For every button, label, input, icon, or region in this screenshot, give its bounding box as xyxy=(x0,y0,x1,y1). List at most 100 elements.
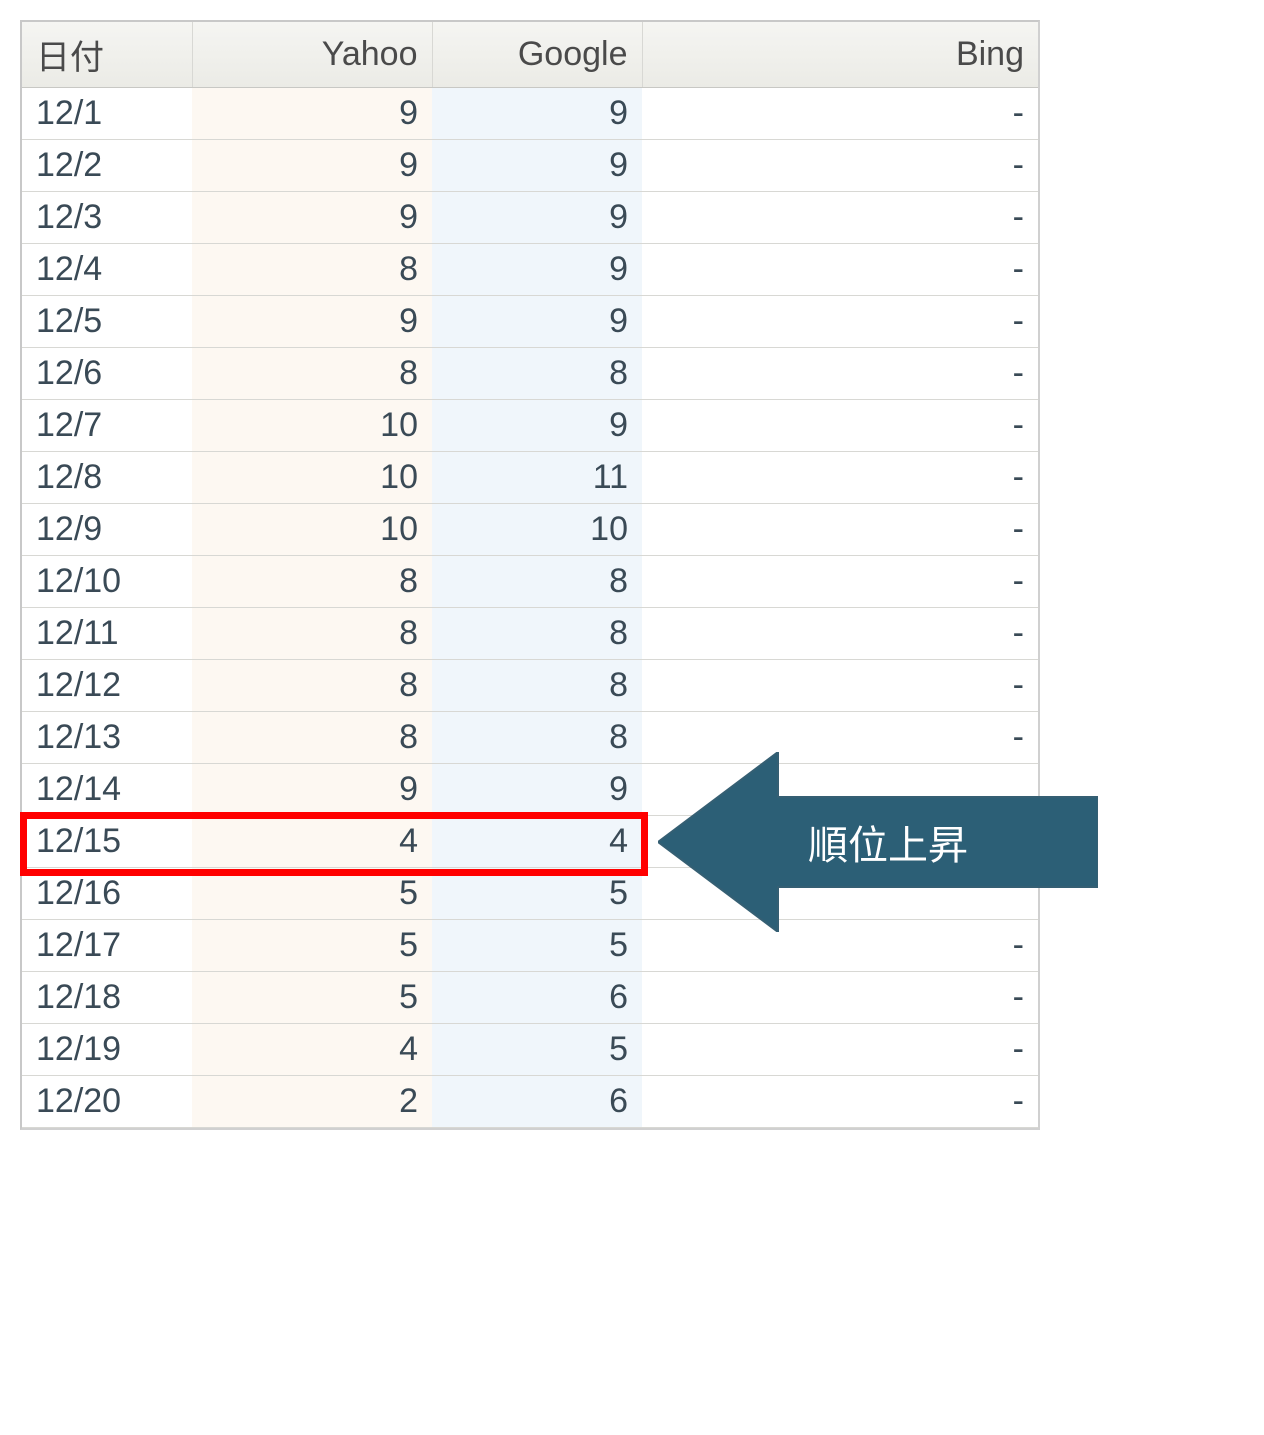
cell-yahoo: 8 xyxy=(192,712,432,764)
cell-google: 5 xyxy=(432,1024,642,1076)
table-header-row: 日付 Yahoo Google Bing xyxy=(22,22,1038,88)
cell-google: 6 xyxy=(432,972,642,1024)
cell-date: 12/8 xyxy=(22,452,192,504)
cell-bing: - xyxy=(642,1024,1038,1076)
cell-date: 12/7 xyxy=(22,400,192,452)
cell-date: 12/6 xyxy=(22,348,192,400)
cell-yahoo: 9 xyxy=(192,192,432,244)
ranking-table-container: 日付 Yahoo Google Bing 12/199-12/299-12/39… xyxy=(20,20,1040,1130)
cell-yahoo: 2 xyxy=(192,1076,432,1128)
table-row[interactable]: 12/399- xyxy=(22,192,1038,244)
cell-date: 12/13 xyxy=(22,712,192,764)
cell-google: 9 xyxy=(432,244,642,296)
table-row[interactable]: 12/489- xyxy=(22,244,1038,296)
table-row[interactable]: 12/1945- xyxy=(22,1024,1038,1076)
cell-google: 8 xyxy=(432,712,642,764)
cell-bing: - xyxy=(642,192,1038,244)
table-row[interactable]: 12/688- xyxy=(22,348,1038,400)
table-row[interactable]: 12/599- xyxy=(22,296,1038,348)
cell-yahoo: 9 xyxy=(192,140,432,192)
table-body: 12/199-12/299-12/399-12/489-12/599-12/68… xyxy=(22,88,1038,1128)
cell-google: 9 xyxy=(432,764,642,816)
cell-date: 12/11 xyxy=(22,608,192,660)
cell-google: 8 xyxy=(432,556,642,608)
cell-google: 4 xyxy=(432,816,642,868)
cell-date: 12/17 xyxy=(22,920,192,972)
cell-google: 6 xyxy=(432,1076,642,1128)
cell-yahoo: 8 xyxy=(192,348,432,400)
cell-yahoo: 10 xyxy=(192,400,432,452)
cell-google: 9 xyxy=(432,192,642,244)
cell-date: 12/12 xyxy=(22,660,192,712)
header-bing[interactable]: Bing xyxy=(642,22,1038,88)
cell-bing: - xyxy=(642,296,1038,348)
cell-date: 12/15 xyxy=(22,816,192,868)
cell-yahoo: 4 xyxy=(192,1024,432,1076)
ranking-table: 日付 Yahoo Google Bing 12/199-12/299-12/39… xyxy=(22,22,1038,1128)
table-row[interactable]: 12/2026- xyxy=(22,1076,1038,1128)
cell-date: 12/9 xyxy=(22,504,192,556)
rank-up-callout: 順位上昇 xyxy=(658,752,1098,932)
cell-date: 12/1 xyxy=(22,88,192,140)
cell-date: 12/19 xyxy=(22,1024,192,1076)
table-row[interactable]: 12/1288- xyxy=(22,660,1038,712)
cell-date: 12/2 xyxy=(22,140,192,192)
cell-date: 12/20 xyxy=(22,1076,192,1128)
cell-google: 9 xyxy=(432,296,642,348)
cell-date: 12/5 xyxy=(22,296,192,348)
cell-google: 5 xyxy=(432,868,642,920)
cell-yahoo: 5 xyxy=(192,920,432,972)
cell-date: 12/14 xyxy=(22,764,192,816)
cell-date: 12/18 xyxy=(22,972,192,1024)
cell-date: 12/3 xyxy=(22,192,192,244)
table-row[interactable]: 12/1088- xyxy=(22,556,1038,608)
cell-yahoo: 8 xyxy=(192,244,432,296)
cell-date: 12/10 xyxy=(22,556,192,608)
cell-google: 8 xyxy=(432,348,642,400)
cell-google: 9 xyxy=(432,400,642,452)
cell-yahoo: 8 xyxy=(192,660,432,712)
cell-yahoo: 9 xyxy=(192,764,432,816)
table-row[interactable]: 12/81011- xyxy=(22,452,1038,504)
cell-google: 8 xyxy=(432,660,642,712)
cell-bing: - xyxy=(642,504,1038,556)
table-row[interactable]: 12/1188- xyxy=(22,608,1038,660)
header-date[interactable]: 日付 xyxy=(22,22,192,88)
cell-bing: - xyxy=(642,660,1038,712)
cell-google: 9 xyxy=(432,88,642,140)
header-yahoo[interactable]: Yahoo xyxy=(192,22,432,88)
cell-yahoo: 10 xyxy=(192,452,432,504)
table-row[interactable]: 12/299- xyxy=(22,140,1038,192)
cell-google: 5 xyxy=(432,920,642,972)
cell-yahoo: 5 xyxy=(192,868,432,920)
cell-bing: - xyxy=(642,140,1038,192)
table-row[interactable]: 12/7109- xyxy=(22,400,1038,452)
cell-bing: - xyxy=(642,608,1038,660)
cell-date: 12/16 xyxy=(22,868,192,920)
callout-label: 順位上昇 xyxy=(808,813,968,871)
cell-yahoo: 9 xyxy=(192,88,432,140)
cell-yahoo: 5 xyxy=(192,972,432,1024)
cell-google: 10 xyxy=(432,504,642,556)
cell-bing: - xyxy=(642,556,1038,608)
table-row[interactable]: 12/1856- xyxy=(22,972,1038,1024)
cell-yahoo: 8 xyxy=(192,556,432,608)
cell-bing: - xyxy=(642,88,1038,140)
cell-bing: - xyxy=(642,348,1038,400)
cell-yahoo: 9 xyxy=(192,296,432,348)
cell-bing: - xyxy=(642,452,1038,504)
cell-yahoo: 4 xyxy=(192,816,432,868)
cell-bing: - xyxy=(642,400,1038,452)
cell-date: 12/4 xyxy=(22,244,192,296)
header-google[interactable]: Google xyxy=(432,22,642,88)
cell-bing: - xyxy=(642,244,1038,296)
cell-bing: - xyxy=(642,1076,1038,1128)
cell-google: 8 xyxy=(432,608,642,660)
cell-google: 11 xyxy=(432,452,642,504)
cell-yahoo: 10 xyxy=(192,504,432,556)
table-row[interactable]: 12/199- xyxy=(22,88,1038,140)
table-row[interactable]: 12/91010- xyxy=(22,504,1038,556)
cell-bing: - xyxy=(642,972,1038,1024)
cell-google: 9 xyxy=(432,140,642,192)
cell-yahoo: 8 xyxy=(192,608,432,660)
